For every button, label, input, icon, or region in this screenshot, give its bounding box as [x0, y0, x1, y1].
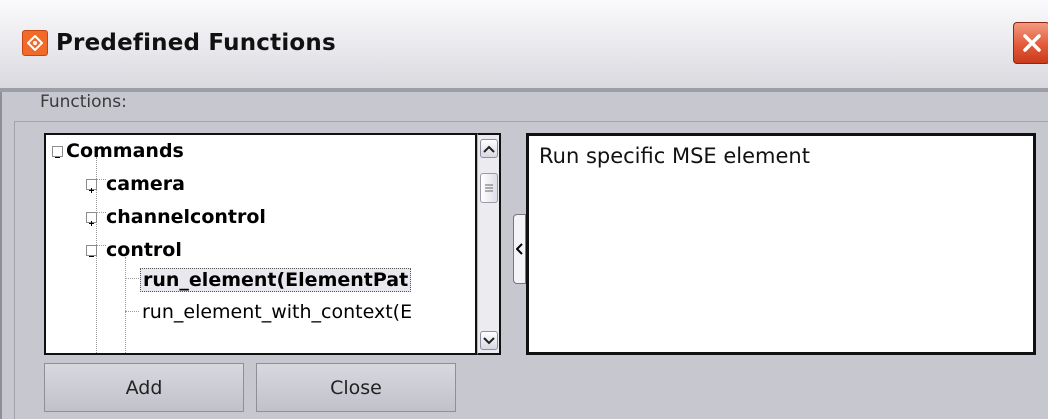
- tree-guide-line: [125, 257, 126, 353]
- panel-splitter[interactable]: [513, 214, 526, 284]
- functions-label: Functions:: [40, 92, 127, 112]
- tree-guide-line: [96, 245, 106, 246]
- add-button[interactable]: Add: [44, 363, 244, 412]
- tree-leaf-run-element[interactable]: run_element(ElementPat: [140, 268, 412, 292]
- tree-scrollbar[interactable]: [477, 133, 501, 355]
- functions-tree[interactable]: Commands camera channelcontrol control r…: [44, 133, 477, 355]
- scroll-thumb[interactable]: [480, 173, 498, 203]
- expand-icon[interactable]: [86, 212, 97, 226]
- title-bar: Predefined Functions: [0, 0, 1048, 89]
- section-separator: [0, 88, 1048, 92]
- scroll-down-button[interactable]: [480, 331, 498, 350]
- collapse-icon[interactable]: [52, 146, 63, 158]
- tree-guide-line: [125, 311, 139, 312]
- chevron-left-icon: [516, 243, 523, 255]
- tree-node-commands[interactable]: Commands: [66, 140, 184, 162]
- tree-guide-line: [125, 278, 139, 279]
- window-title: Predefined Functions: [56, 30, 336, 56]
- tree-guide-line: [96, 212, 106, 213]
- grip-icon: [485, 184, 493, 192]
- close-button[interactable]: Close: [256, 363, 456, 412]
- tree-node-channelcontrol[interactable]: channelcontrol: [106, 206, 266, 228]
- expand-icon[interactable]: [86, 179, 97, 193]
- close-window-button[interactable]: [1013, 22, 1048, 64]
- chevron-down-icon: [483, 336, 495, 344]
- tree-node-camera[interactable]: camera: [106, 173, 185, 195]
- tree-guide-line: [96, 179, 106, 180]
- close-icon: [1022, 34, 1041, 52]
- collapse-icon[interactable]: [86, 245, 97, 257]
- app-logo-icon: [22, 30, 48, 56]
- function-description: Run specific MSE element: [526, 133, 1036, 355]
- tree-node-control[interactable]: control: [106, 239, 182, 261]
- tree-leaf-run-element-with-context[interactable]: run_element_with_context(E: [142, 301, 412, 323]
- chevron-up-icon: [483, 145, 495, 153]
- scroll-up-button[interactable]: [480, 139, 498, 158]
